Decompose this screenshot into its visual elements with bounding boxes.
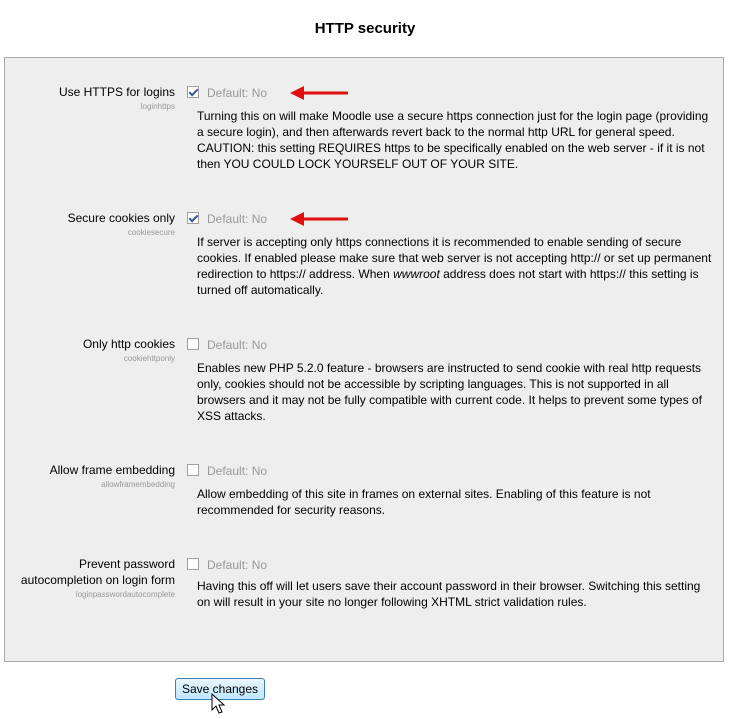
red-arrow-icon bbox=[290, 212, 348, 226]
setting-key: allowframembedding bbox=[101, 480, 175, 489]
setting-label: Only http cookies cookiehttponly bbox=[5, 336, 175, 364]
wwwroot-term: wwwroot bbox=[393, 267, 440, 281]
setting-description: Turning this on will make Moodle use a s… bbox=[197, 109, 709, 171]
default-value: Default: No bbox=[207, 338, 268, 352]
default-value: Default: No bbox=[207, 212, 268, 226]
allowframembedding-checkbox[interactable] bbox=[187, 464, 199, 476]
setting-description: Enables new PHP 5.2.0 feature - browsers… bbox=[197, 361, 702, 423]
setting-key: loginpasswordautocomplete bbox=[75, 590, 175, 599]
setting-label: Secure cookies only cookiesecure bbox=[5, 210, 175, 238]
setting-description: If server is accepting only https connec… bbox=[197, 234, 717, 298]
loginpasswordautocomplete-checkbox[interactable] bbox=[187, 558, 199, 570]
setting-description: Having this off will let users save thei… bbox=[197, 579, 701, 609]
setting-label: Prevent password autocompletion on login… bbox=[5, 556, 175, 600]
settings-panel: Use HTTPS for logins loginhttps Default:… bbox=[4, 57, 724, 662]
loginhttps-checkbox[interactable] bbox=[187, 86, 199, 98]
setting-title: Prevent password autocompletion on login… bbox=[20, 557, 175, 587]
default-value: Default: No bbox=[207, 464, 268, 478]
setting-label: Allow frame embedding allowframembedding bbox=[5, 462, 175, 490]
setting-title: Use HTTPS for logins bbox=[58, 85, 175, 99]
setting-key: cookiehttponly bbox=[123, 354, 175, 363]
default-value: Default: No bbox=[207, 86, 268, 100]
default-value: Default: No bbox=[207, 558, 268, 572]
setting-key: loginhttps bbox=[140, 102, 175, 111]
setting-title: Only http cookies bbox=[82, 337, 175, 351]
admin-settings-page: HTTP security Use HTTPS for logins login… bbox=[0, 0, 730, 719]
setting-description: Allow embedding of this site in frames o… bbox=[197, 487, 651, 517]
cookiesecure-checkbox[interactable] bbox=[187, 212, 199, 224]
setting-title: Allow frame embedding bbox=[49, 463, 175, 477]
setting-key: cookiesecure bbox=[127, 228, 175, 237]
page-title: HTTP security bbox=[314, 20, 416, 37]
setting-title: Secure cookies only bbox=[67, 211, 175, 225]
cookiehttponly-checkbox[interactable] bbox=[187, 338, 199, 350]
mouse-cursor-icon bbox=[211, 693, 226, 714]
red-arrow-icon bbox=[290, 86, 348, 100]
setting-label: Use HTTPS for logins loginhttps bbox=[5, 84, 175, 112]
